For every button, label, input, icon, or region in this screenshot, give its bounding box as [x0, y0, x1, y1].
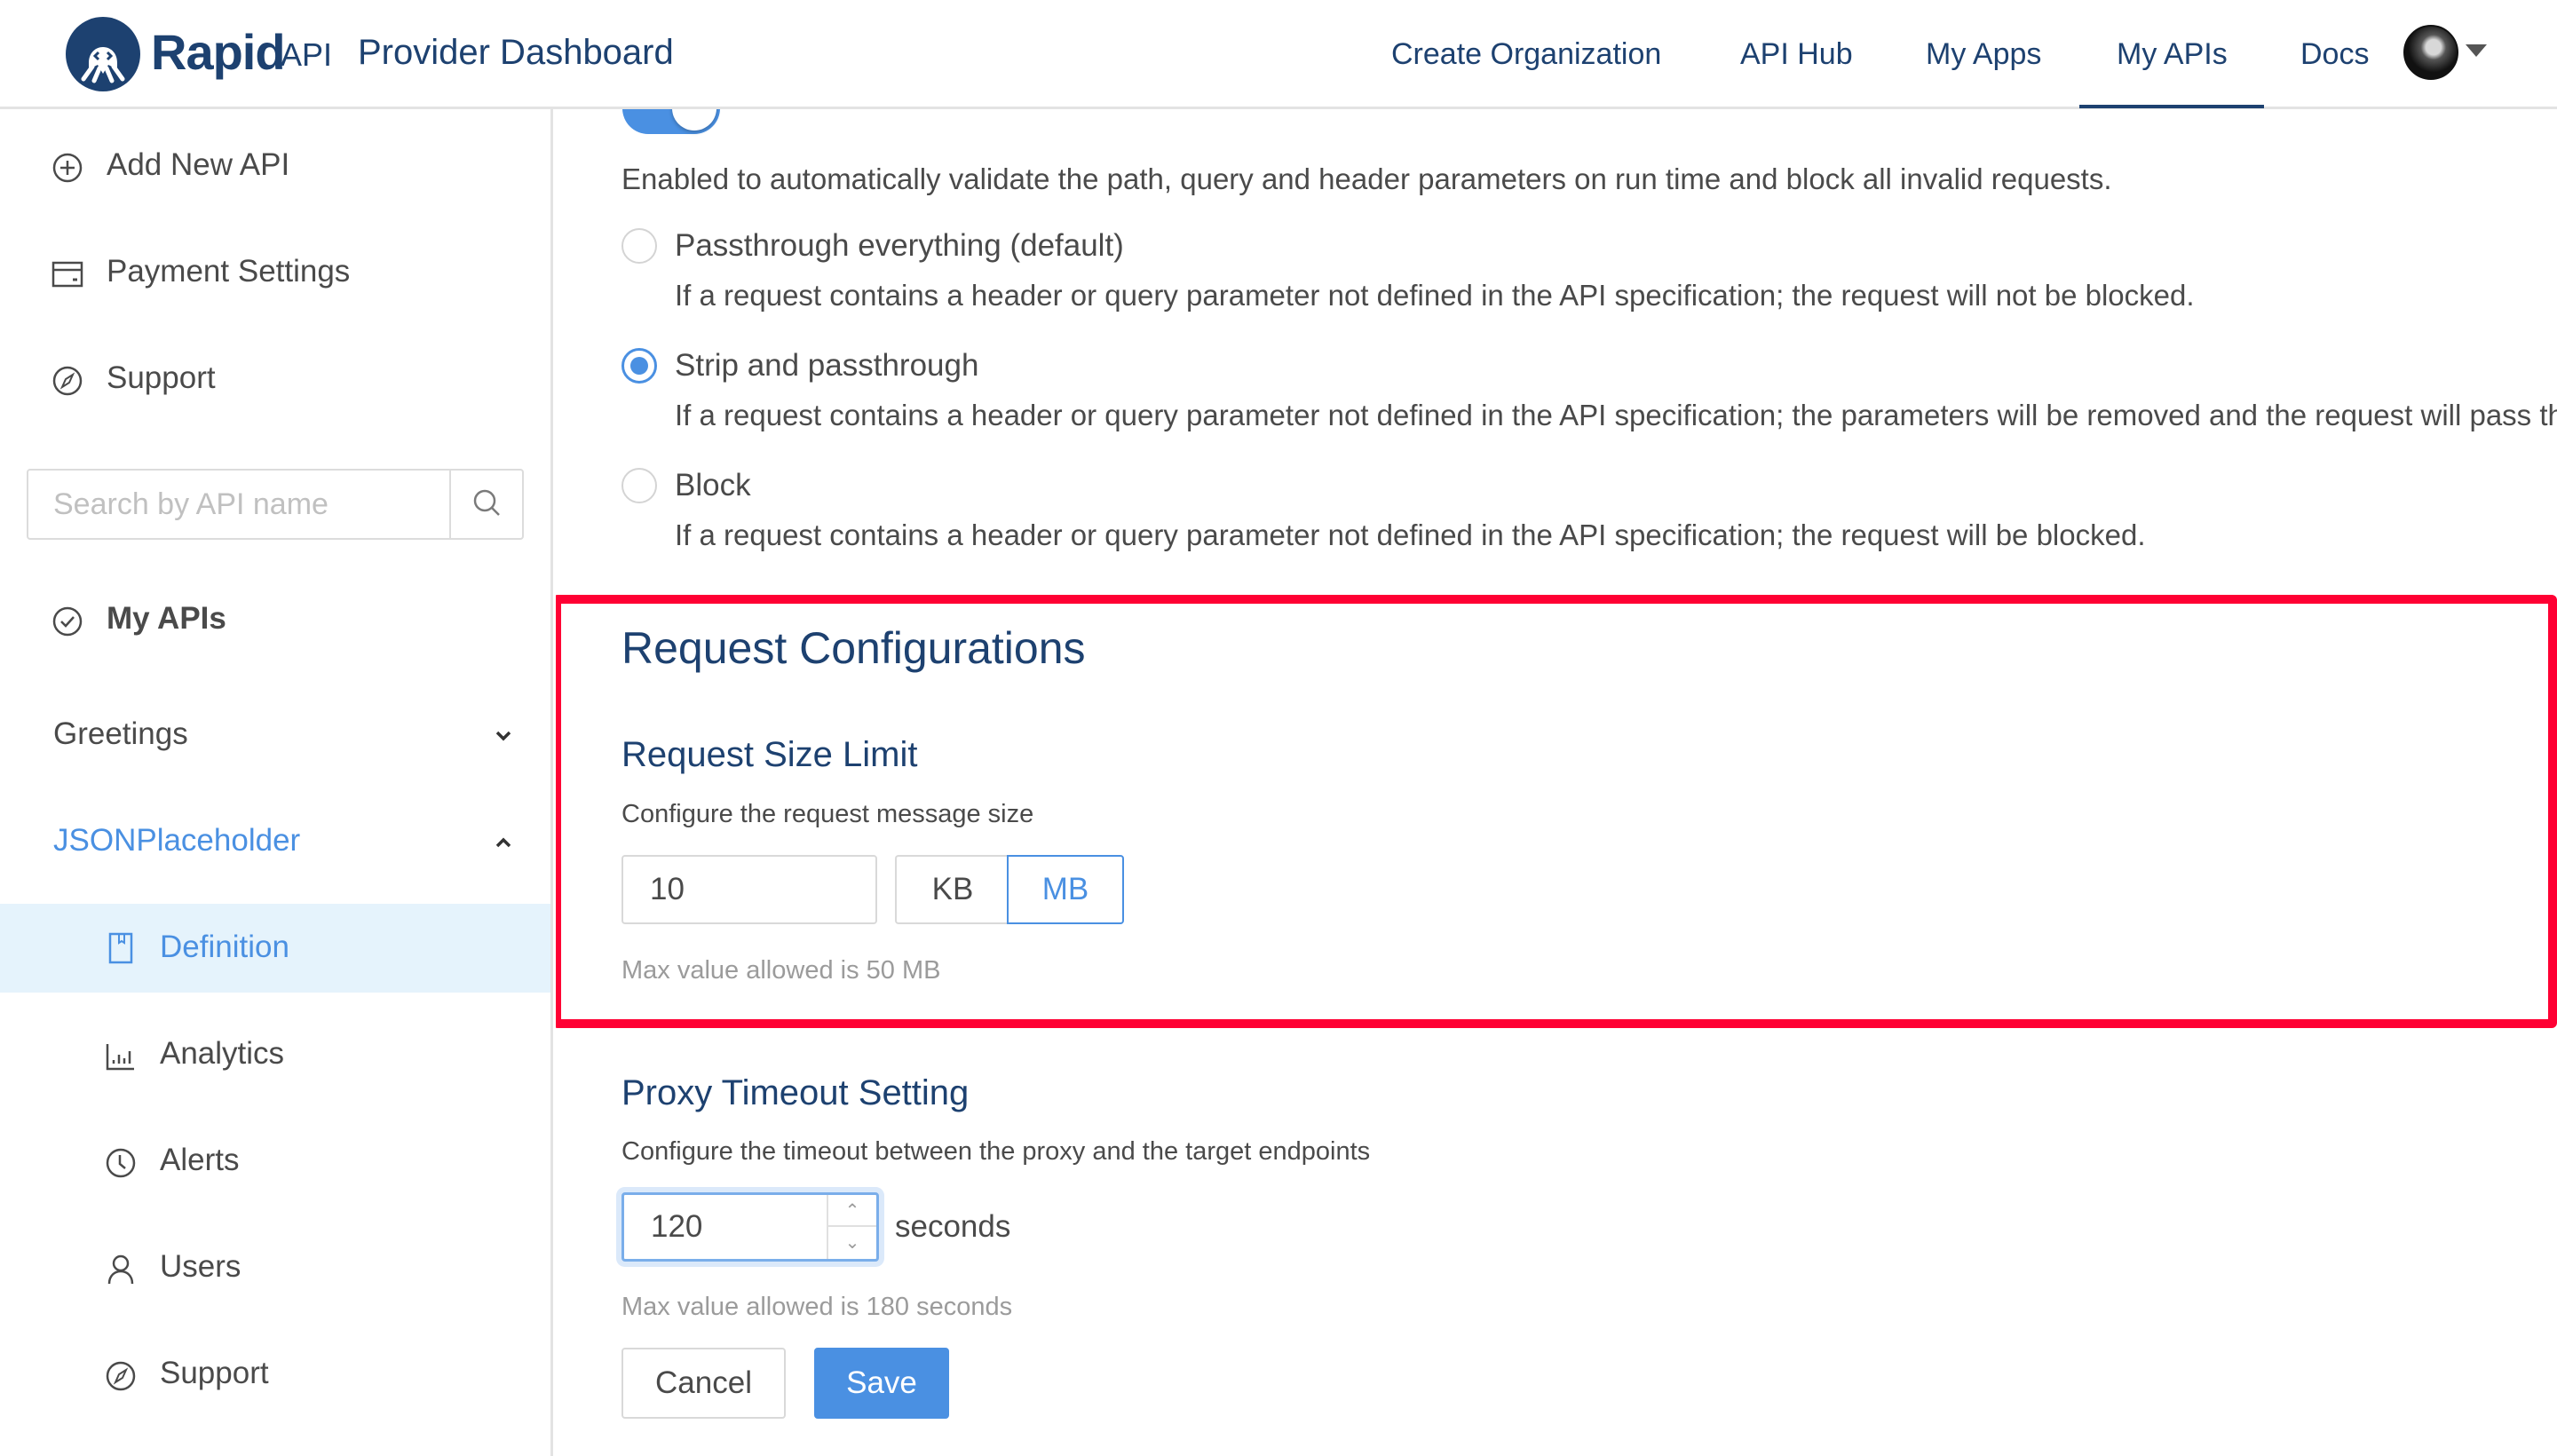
api-search	[27, 469, 524, 540]
nav-docs[interactable]: Docs	[2300, 34, 2369, 75]
radio-label-block[interactable]: Block	[675, 465, 751, 506]
sidebar-item-definition[interactable]: Definition	[0, 904, 550, 993]
chevron-up-icon[interactable]: ⌃	[828, 1195, 876, 1227]
size-limit-hint: Max value allowed is 50 MB	[621, 956, 941, 985]
chevron-down-icon[interactable]	[490, 723, 517, 749]
radio-strip-and-passthrough[interactable]	[621, 348, 657, 384]
credit-card-icon	[51, 258, 83, 290]
api-name: JSONPlaceholder	[53, 823, 301, 858]
unit-kb-button[interactable]: KB	[895, 855, 1009, 924]
nav-create-organization[interactable]: Create Organization	[1391, 34, 1661, 75]
search-button[interactable]	[449, 471, 522, 538]
timeout-field: ⌃ ⌄	[621, 1192, 879, 1262]
rapidapi-logo-icon[interactable]	[66, 17, 140, 91]
brand-suffix: API	[281, 36, 333, 73]
sidebar-item-label: Payment Settings	[107, 254, 351, 289]
sidebar-item-add-new-api[interactable]: Add New API	[0, 127, 550, 207]
radio-label-passthrough[interactable]: Passthrough everything (default)	[675, 226, 1124, 266]
bar-chart-icon	[105, 1041, 137, 1072]
caret-down-icon[interactable]	[2466, 44, 2487, 57]
sidebar-item-label: Add New API	[107, 147, 290, 182]
brand-name: Rapid	[151, 24, 286, 80]
nav-my-apps[interactable]: My Apps	[1926, 34, 2041, 75]
sidebar-item-analytics[interactable]: Analytics	[0, 1016, 550, 1096]
cancel-button[interactable]: Cancel	[621, 1348, 786, 1419]
radio-description: If a request contains a header or query …	[675, 399, 2557, 431]
nav-my-apis[interactable]: My APIs	[2117, 34, 2228, 75]
sidebar-item-support[interactable]: Support	[0, 340, 550, 420]
check-circle-icon	[51, 605, 83, 637]
radio-description: If a request contains a header or query …	[675, 518, 2146, 551]
sidebar-item-label: Alerts	[160, 1143, 240, 1177]
size-limit-field	[621, 855, 877, 924]
radio-label-strip[interactable]: Strip and passthrough	[675, 345, 978, 386]
validation-toggle[interactable]	[622, 109, 720, 134]
sidebar-api-greetings[interactable]: Greetings	[0, 696, 550, 776]
sidebar-item-api-support[interactable]: Support	[0, 1335, 550, 1415]
size-limit-input[interactable]	[623, 857, 875, 922]
top-header: Rapid API Provider Dashboard Create Orga…	[0, 0, 2557, 109]
sidebar-item-label: Analytics	[160, 1036, 285, 1071]
proxy-timeout-help: Configure the timeout between the proxy …	[621, 1137, 1371, 1166]
sidebar-item-label: Support	[160, 1356, 269, 1390]
size-limit-title: Request Size Limit	[621, 735, 918, 774]
sidebar-item-label: Support	[107, 360, 216, 395]
validation-description: Enabled to automatically validate the pa…	[621, 162, 2112, 195]
unit-mb-button[interactable]: MB	[1007, 855, 1124, 924]
request-config-title: Request Configurations	[621, 623, 1086, 673]
clock-icon	[105, 1147, 137, 1179]
book-icon	[105, 932, 137, 964]
sidebar-item-users[interactable]: Users	[0, 1229, 550, 1309]
chevron-up-icon[interactable]	[490, 829, 517, 856]
nav-active-indicator	[2079, 105, 2264, 108]
sidebar: Add New API Payment Settings Support My …	[0, 109, 553, 1456]
api-name: Greetings	[53, 716, 188, 751]
radio-description: If a request contains a header or query …	[675, 279, 2195, 312]
timeout-input[interactable]	[624, 1195, 828, 1259]
size-unit-selector: KB MB	[895, 855, 1124, 924]
compass-icon	[51, 365, 83, 397]
user-icon	[105, 1254, 137, 1286]
compass-icon	[105, 1360, 137, 1392]
user-avatar[interactable]	[2403, 25, 2458, 80]
size-limit-help: Configure the request message size	[621, 800, 1034, 828]
timeout-unit-label: seconds	[895, 1209, 1011, 1244]
sidebar-item-label: My APIs	[107, 601, 226, 636]
search-input[interactable]	[28, 471, 449, 538]
radio-passthrough[interactable]	[621, 228, 657, 264]
sidebar-api-jsonplaceholder[interactable]: JSONPlaceholder	[0, 803, 550, 882]
sidebar-item-label: Users	[160, 1249, 241, 1284]
timeout-hint: Max value allowed is 180 seconds	[621, 1293, 1013, 1321]
sidebar-item-payment-settings[interactable]: Payment Settings	[0, 233, 550, 313]
timeout-stepper: ⌃ ⌄	[827, 1195, 876, 1259]
main-content: Enabled to automatically validate the pa…	[556, 109, 2557, 1456]
plus-circle-icon	[51, 152, 83, 184]
toggle-knob	[672, 109, 716, 131]
proxy-timeout-title: Proxy Timeout Setting	[621, 1073, 970, 1112]
sidebar-item-my-apis[interactable]: My APIs	[0, 581, 550, 661]
save-button[interactable]: Save	[814, 1348, 949, 1419]
radio-block[interactable]	[621, 468, 657, 503]
app-subtitle: Provider Dashboard	[358, 33, 674, 72]
search-icon	[473, 489, 500, 516]
sidebar-item-alerts[interactable]: Alerts	[0, 1122, 550, 1202]
sidebar-item-label: Definition	[160, 930, 289, 964]
nav-api-hub[interactable]: API Hub	[1740, 34, 1853, 75]
chevron-down-icon[interactable]: ⌄	[828, 1227, 876, 1259]
